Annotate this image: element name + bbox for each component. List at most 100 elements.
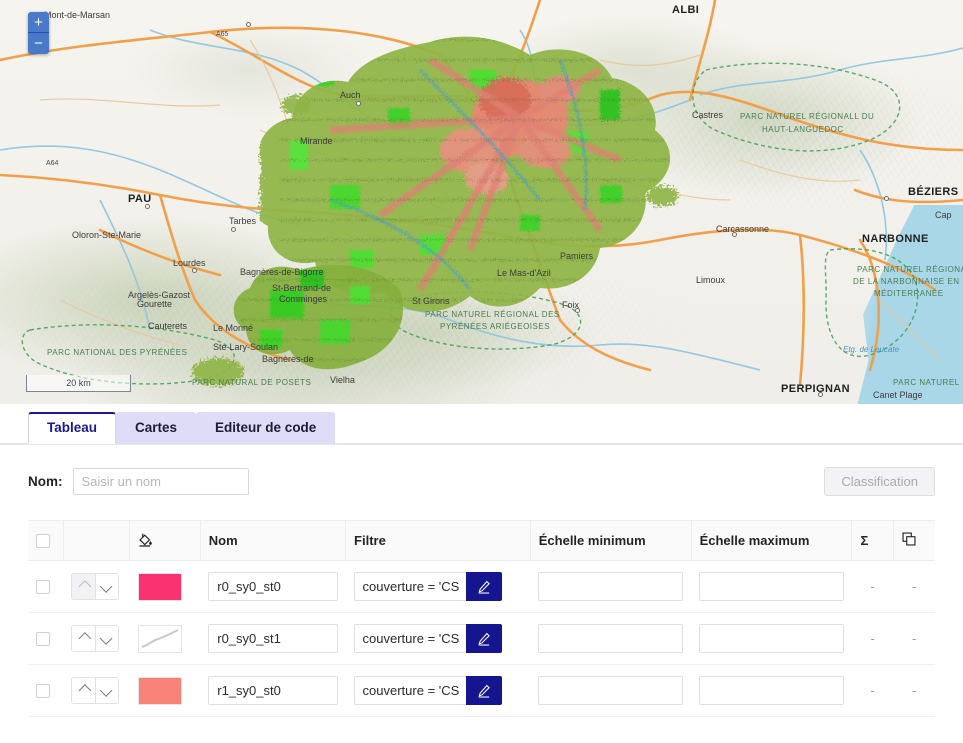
duplicate-value[interactable]: -: [901, 683, 927, 698]
layer-name-input[interactable]: r0_sy0_st0: [208, 572, 338, 601]
cell-symbol: [129, 664, 201, 717]
map-panel[interactable]: Mont-de-Marsan Auch Mirande PAU Tarbes Oloron…: [0, 0, 963, 404]
zoom-out-button[interactable]: −: [28, 33, 49, 54]
filter-input[interactable]: couverture = 'CS: [353, 624, 466, 653]
layers-table: Nom Filtre Échelle minimum Échelle maxim…: [28, 520, 935, 717]
cell-sum: -: [851, 612, 894, 665]
layer-name-input[interactable]: r0_sy0_st1: [208, 624, 338, 653]
cell-filtre: couverture = 'CS: [345, 664, 531, 717]
map-zoom-controls[interactable]: + −: [28, 12, 49, 54]
filter-group: couverture = 'CS: [353, 624, 523, 653]
th-select-all: [28, 520, 64, 561]
map-canvas[interactable]: Mont-de-Marsan Auch Mirande PAU Tarbes Oloron…: [0, 0, 963, 404]
echelle-maximum-input[interactable]: [699, 624, 844, 653]
cell-duplicate: -: [893, 664, 935, 717]
echelle-minimum-input[interactable]: [538, 624, 684, 653]
cell-sum: -: [851, 560, 894, 613]
table-row: r0_sy0_st0 couverture = 'CS - -: [28, 560, 935, 613]
cell-echelle-minimum: [530, 560, 692, 613]
echelle-maximum-input[interactable]: [699, 572, 844, 601]
move-down-button[interactable]: [95, 626, 119, 651]
tab-bar: Tableau Cartes Editeur de code: [0, 404, 963, 444]
nom-label: Nom:: [28, 474, 63, 489]
filter-group: couverture = 'CS: [353, 572, 523, 601]
chevron-down-icon: [99, 684, 113, 697]
filter-input[interactable]: couverture = 'CS: [353, 572, 466, 601]
cell-move: [63, 612, 130, 665]
move-down-button[interactable]: [95, 678, 119, 703]
city-dot: [818, 392, 823, 397]
layer-name-input[interactable]: r1_sy0_st0: [208, 676, 338, 705]
cell-nom: r0_sy0_st0: [200, 560, 346, 613]
sum-value: -: [870, 579, 875, 594]
move-up-button[interactable]: [72, 626, 96, 651]
table-row: r0_sy0_st1 couverture = 'CS - -: [28, 612, 935, 665]
cell-move: [63, 664, 130, 717]
table-header-row: Nom Filtre Échelle minimum Échelle maxim…: [28, 520, 935, 561]
filter-input[interactable]: couverture = 'CS: [353, 676, 466, 705]
classification-button[interactable]: Classification: [824, 467, 935, 496]
move-group: [71, 573, 120, 600]
move-group: [71, 677, 120, 704]
duplicate-value[interactable]: -: [901, 579, 927, 594]
chevron-up-icon: [78, 632, 92, 645]
chevron-down-icon: [99, 580, 113, 593]
cell-echelle-minimum: [530, 664, 692, 717]
cell-filtre: couverture = 'CS: [345, 612, 531, 665]
map-scale-label: 20 km: [66, 378, 91, 388]
duplicate-value[interactable]: -: [901, 631, 927, 646]
symbol-swatch-fill[interactable]: [137, 676, 182, 705]
th-nom: Nom: [199, 520, 346, 561]
city-dot: [246, 22, 251, 27]
echelle-minimum-input[interactable]: [538, 676, 684, 705]
edit-filter-button[interactable]: [465, 572, 502, 601]
th-filtre: Filtre: [345, 520, 531, 561]
th-move: [62, 520, 130, 561]
row-select-checkbox[interactable]: [36, 684, 50, 699]
symbol-swatch-fill[interactable]: [137, 572, 182, 601]
city-dot: [231, 227, 236, 232]
tab-editeur-de-code[interactable]: Editeur de code: [196, 412, 336, 444]
edit-filter-button[interactable]: [465, 624, 502, 653]
select-all-checkbox[interactable]: [36, 534, 50, 549]
row-select-checkbox[interactable]: [36, 580, 50, 595]
pencil-icon: [477, 684, 490, 698]
echelle-maximum-input[interactable]: [699, 676, 844, 705]
city-dot: [356, 101, 361, 106]
move-down-button[interactable]: [95, 574, 119, 599]
cell-sum: -: [851, 664, 894, 717]
zoom-in-button[interactable]: +: [28, 12, 49, 33]
cell-move: [63, 560, 130, 613]
map-scale-bar: 20 km: [26, 375, 131, 392]
cell-echelle-maximum: [691, 560, 852, 613]
cell-filtre: couverture = 'CS: [345, 560, 531, 613]
cell-nom: r1_sy0_st0: [200, 664, 346, 717]
cell-symbol: [129, 612, 201, 665]
tab-tableau[interactable]: Tableau: [28, 412, 117, 444]
cell-duplicate: -: [893, 560, 935, 613]
row-select-checkbox[interactable]: [36, 632, 50, 647]
cell-symbol: [129, 560, 201, 613]
pencil-icon: [477, 580, 490, 594]
cell-select: [28, 612, 64, 665]
nom-input[interactable]: [72, 468, 249, 495]
cell-select: [28, 560, 64, 613]
th-sum: Σ: [851, 520, 894, 561]
move-up-button[interactable]: [72, 678, 96, 703]
chevron-up-icon: [78, 684, 92, 697]
tableau-panel: Nom: Classification: [0, 444, 963, 743]
city-dot: [192, 268, 197, 273]
echelle-minimum-input[interactable]: [538, 572, 684, 601]
paint-bucket-icon: [138, 532, 153, 550]
symbol-swatch-line[interactable]: [137, 624, 182, 653]
edit-filter-button[interactable]: [465, 676, 502, 705]
th-echelle-minimum: Échelle minimum: [529, 520, 692, 561]
table-row: r1_sy0_st0 couverture = 'CS - -: [28, 664, 935, 717]
th-symbol: [129, 520, 201, 561]
cell-echelle-minimum: [530, 612, 692, 665]
chevron-down-icon: [99, 632, 113, 645]
panel-toolbar: Nom: Classification: [28, 467, 935, 496]
filter-group: couverture = 'CS: [353, 676, 523, 705]
tab-cartes[interactable]: Cartes: [116, 412, 197, 444]
move-up-button[interactable]: [72, 574, 96, 599]
